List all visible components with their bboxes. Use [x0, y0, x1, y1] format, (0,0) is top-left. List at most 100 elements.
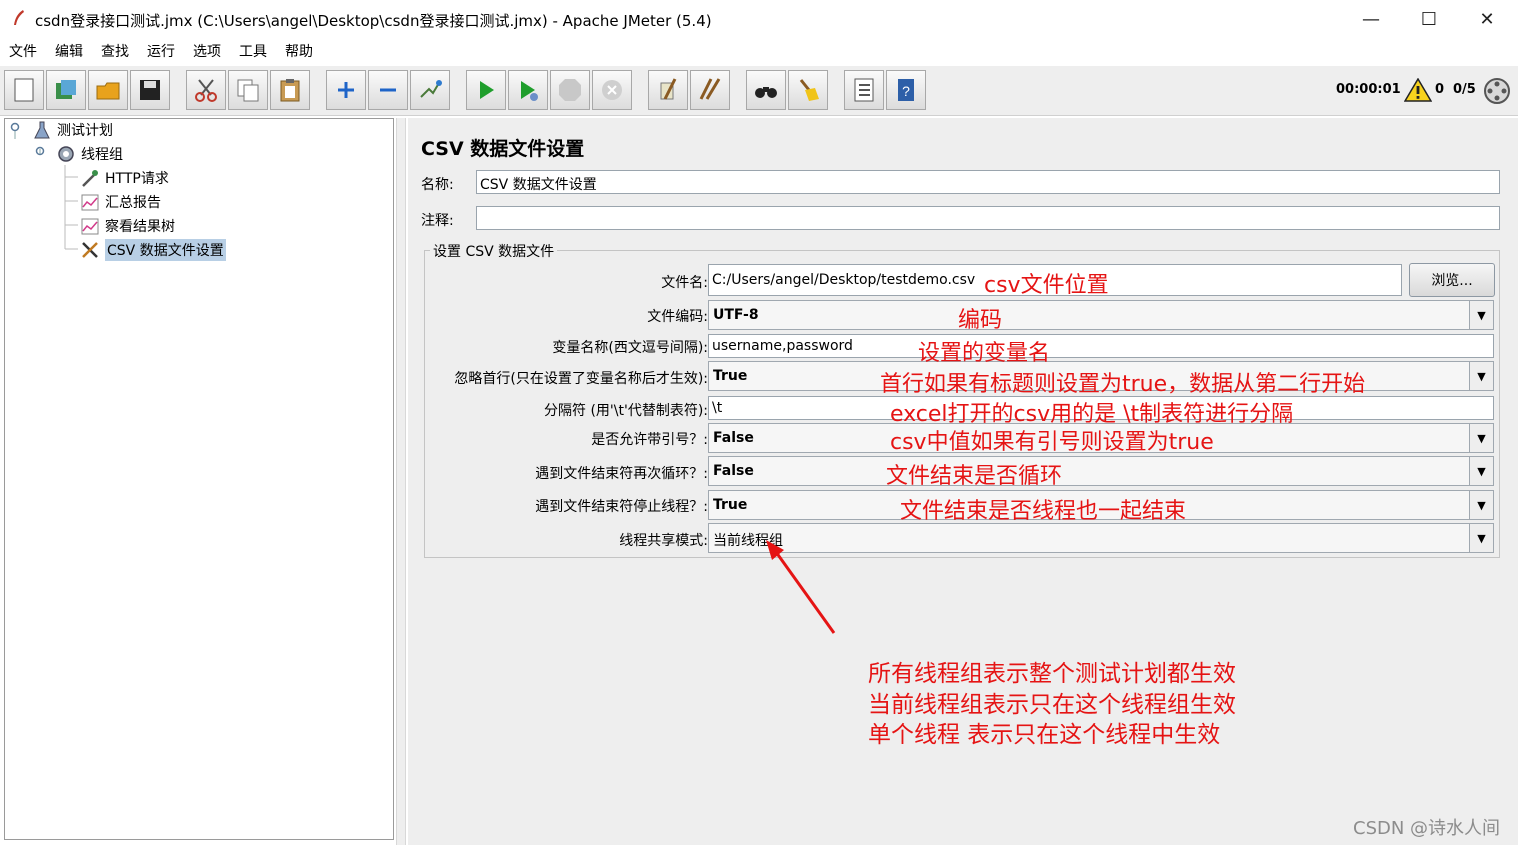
reset-search-button[interactable] — [788, 70, 828, 110]
start-icon — [480, 81, 494, 99]
dropdown-arrow-icon[interactable]: ▼ — [1469, 424, 1493, 452]
tree-item-view-results-tree[interactable]: 察看结果树 — [79, 215, 175, 237]
tree-item-summary-report[interactable]: 汇总报告 — [79, 191, 161, 213]
tree-item-label: 汇总报告 — [105, 195, 161, 211]
dropdown-arrow-icon[interactable]: ▼ — [1469, 524, 1493, 552]
clear-icon — [660, 78, 677, 100]
templates-icon — [56, 80, 76, 99]
stop-icon — [559, 79, 581, 101]
search-button[interactable] — [746, 70, 786, 110]
dropdown-arrow-icon[interactable]: ▼ — [1469, 362, 1493, 390]
annotation-sharing-line-3: 单个线程 表示只在这个线程中生效 — [868, 722, 1221, 748]
active-threads: 0/5 — [1453, 82, 1476, 97]
clear-all-icon — [699, 78, 721, 100]
function-helper-button[interactable] — [844, 70, 884, 110]
elapsed-timer: 00:00:01 — [1336, 82, 1401, 97]
quoted-data-label: 是否允许带引号？: — [591, 432, 708, 448]
minimize-button[interactable]: — — [1342, 0, 1400, 38]
pipette-icon — [79, 168, 101, 188]
annotation-sharing-line-2: 当前线程组表示只在这个线程组生效 — [868, 692, 1236, 718]
window-title: csdn登录接口测试.jmx (C:\Users\angel\Desktop\c… — [35, 12, 712, 30]
copy-button[interactable] — [228, 70, 268, 110]
encoding-label: 文件编码: — [647, 309, 708, 325]
svg-text:?: ? — [902, 83, 910, 99]
varnames-input[interactable]: username,password — [708, 334, 1494, 358]
ignore-first-line-value: True — [713, 368, 748, 384]
save-icon — [140, 80, 160, 100]
collapse-button[interactable] — [368, 70, 408, 110]
clear-button[interactable] — [648, 70, 688, 110]
open-icon — [96, 82, 120, 100]
paste-button[interactable] — [270, 70, 310, 110]
expand-button[interactable] — [326, 70, 366, 110]
warning-icon[interactable] — [1404, 78, 1432, 102]
stop-thread-eof-label: 遇到文件结束符停止线程？: — [535, 499, 708, 515]
new-icon — [14, 78, 34, 102]
gear-icon — [55, 144, 77, 164]
shutdown-icon — [602, 80, 622, 100]
jmeter-feather-icon — [14, 10, 24, 25]
menu-search[interactable]: 查找 — [92, 38, 138, 64]
comment-label: 注释: — [421, 213, 454, 229]
dropdown-arrow-icon[interactable]: ▼ — [1469, 301, 1493, 329]
warning-count: 0 — [1435, 82, 1445, 97]
tree-item-thread-group[interactable]: 线程组 — [55, 143, 123, 165]
name-label: 名称: — [421, 177, 454, 193]
varnames-label: 变量名称(西文逗号间隔): — [552, 340, 708, 356]
comment-input[interactable] — [476, 206, 1500, 230]
open-button[interactable] — [88, 70, 128, 110]
panel-splitter[interactable] — [396, 118, 406, 845]
browse-button[interactable]: 浏览... — [1409, 263, 1495, 297]
encoding-combo[interactable]: UTF-8 ▼ — [708, 300, 1494, 330]
menu-edit[interactable]: 编辑 — [46, 38, 92, 64]
chart-icon — [79, 192, 101, 212]
annotation-encoding: 编码 — [958, 308, 1003, 333]
maximize-button[interactable]: ☐ — [1400, 0, 1458, 38]
menu-file[interactable]: 文件 — [0, 38, 46, 64]
tree-item-label: 测试计划 — [57, 123, 113, 139]
annotation-sharing-line-1: 所有线程组表示整个测试计划都生效 — [868, 661, 1236, 687]
annotation-arrow — [766, 540, 836, 634]
help-book-icon: ? — [898, 79, 914, 101]
dropdown-arrow-icon[interactable]: ▼ — [1469, 457, 1493, 485]
quoted-data-value: False — [713, 430, 754, 446]
plus-icon — [338, 82, 354, 98]
start-no-pause-button[interactable] — [508, 70, 548, 110]
shutdown-button[interactable] — [592, 70, 632, 110]
save-button[interactable] — [130, 70, 170, 110]
ignore-first-line-label: 忽略首行(只在设置了变量名称后才生效): — [454, 371, 708, 387]
help-button[interactable]: ? — [886, 70, 926, 110]
status-indicator-icon — [1484, 78, 1510, 104]
recycle-eof-label: 遇到文件结束符再次循环？: — [535, 466, 708, 482]
clear-all-button[interactable] — [690, 70, 730, 110]
menu-options[interactable]: 选项 — [184, 38, 230, 64]
recycle-eof-combo[interactable]: False ▼ — [708, 456, 1494, 486]
templates-button[interactable] — [46, 70, 86, 110]
tree-item-http-request[interactable]: HTTP请求 — [79, 167, 169, 189]
toggle-icon — [420, 80, 442, 98]
name-input[interactable]: CSV 数据文件设置 — [476, 170, 1500, 194]
toggle-button[interactable] — [410, 70, 450, 110]
binoculars-icon — [755, 87, 777, 98]
annotation-filename: csv文件位置 — [984, 273, 1109, 298]
cut-icon — [195, 79, 217, 102]
menu-help[interactable]: 帮助 — [276, 38, 322, 64]
cut-button[interactable] — [186, 70, 226, 110]
csv-settings-legend: 设置 CSV 数据文件 — [430, 241, 558, 261]
annotation-quoted: csv中值如果有引号则设置为true — [890, 430, 1214, 455]
stop-button[interactable] — [550, 70, 590, 110]
menu-run[interactable]: 运行 — [138, 38, 184, 64]
tree-item-csv-data-set[interactable]: CSV 数据文件设置 — [79, 239, 226, 261]
annotation-varnames: 设置的变量名 — [918, 341, 1051, 366]
start-button[interactable] — [466, 70, 506, 110]
tree-item-label: CSV 数据文件设置 — [105, 239, 226, 261]
menu-tools[interactable]: 工具 — [230, 38, 276, 64]
close-button[interactable]: ✕ — [1458, 0, 1516, 38]
csv-config-panel: CSV 数据文件设置 名称: CSV 数据文件设置 注释: 设置 CSV 数据文… — [408, 118, 1518, 845]
tree-item-test-plan[interactable]: 测试计划 — [31, 119, 113, 141]
tree-item-label: HTTP请求 — [105, 171, 169, 187]
toolbar: ? 00:00:01 0 0/5 — [0, 66, 1518, 116]
dropdown-arrow-icon[interactable]: ▼ — [1469, 491, 1493, 519]
test-plan-tree: 测试计划 线程组 HTTP请求 汇总报告 察看结果树 CSV 数据文件设置 — [4, 118, 394, 840]
new-button[interactable] — [4, 70, 44, 110]
